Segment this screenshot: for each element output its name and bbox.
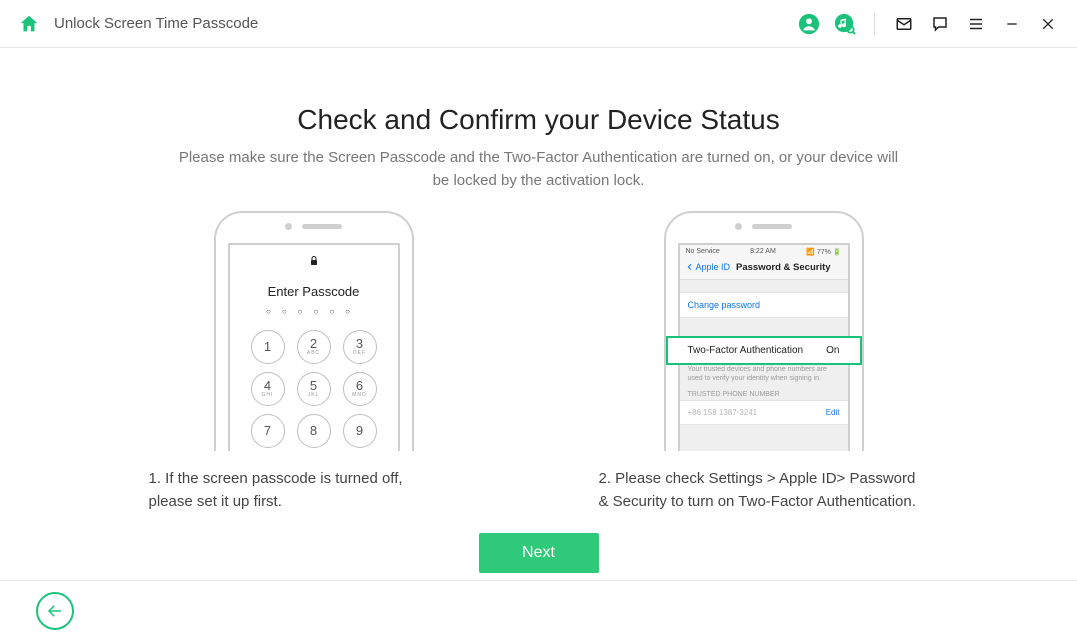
trusted-number-row: +86 158 1387-3241 Edit — [680, 400, 848, 425]
screen-inner: No Service 8:22 AM 📶 77% 🔋 Apple ID Pass… — [680, 245, 848, 451]
key-5: 5JKL — [297, 372, 331, 406]
tfa-row-highlight: Two-Factor Authentication On — [666, 336, 862, 365]
key-sub: ABC — [307, 351, 320, 356]
key-6: 6MNO — [343, 372, 377, 406]
trusted-number: +86 158 1387-3241 — [688, 408, 758, 417]
key-sub: GHI — [262, 393, 274, 398]
key-sub: JKL — [308, 393, 320, 398]
key-digit: 7 — [264, 424, 271, 437]
speaker-slot — [752, 224, 792, 229]
footer — [0, 580, 1077, 640]
phone-screen: No Service 8:22 AM 📶 77% 🔋 Apple ID Pass… — [678, 243, 850, 451]
tfa-label: Two-Factor Authentication — [688, 345, 804, 356]
header-right — [798, 13, 1059, 35]
lock-icon — [230, 255, 398, 270]
main-subtitle: Please make sure the Screen Passcode and… — [179, 146, 899, 193]
minimize-icon[interactable] — [1001, 13, 1023, 35]
speaker-slot — [302, 224, 342, 229]
status-time: 8:22 AM — [750, 248, 776, 255]
header: Unlock Screen Time Passcode — [0, 0, 1077, 48]
account-icon[interactable] — [798, 13, 820, 35]
key-digit: 5 — [310, 379, 317, 392]
key-7: 7 — [251, 414, 285, 448]
header-divider — [874, 13, 875, 35]
music-search-icon[interactable] — [834, 13, 856, 35]
header-left: Unlock Screen Time Passcode — [18, 13, 258, 35]
key-sub: DEF — [353, 351, 366, 356]
change-password-row: Change password — [680, 292, 848, 318]
back-button[interactable] — [36, 592, 74, 630]
key-3: 3DEF — [343, 330, 377, 364]
key-8: 8 — [297, 414, 331, 448]
key-digit: 2 — [310, 337, 317, 350]
columns: Enter Passcode ○○○○○○ 1 2ABC 3DEF 4GHI 5… — [0, 211, 1077, 514]
section-gap — [680, 318, 848, 336]
column-tfa: No Service 8:22 AM 📶 77% 🔋 Apple ID Pass… — [599, 211, 929, 514]
caption-tfa: 2. Please check Settings > Apple ID> Pas… — [599, 467, 929, 514]
key-4: 4GHI — [251, 372, 285, 406]
key-digit: 4 — [264, 379, 271, 392]
key-9: 9 — [343, 414, 377, 448]
tfa-value: On — [826, 345, 839, 356]
nav-bar: Apple ID Password & Security — [680, 258, 848, 280]
keypad: 1 2ABC 3DEF 4GHI 5JKL 6MNO 7 8 9 — [230, 330, 398, 448]
main-title: Check and Confirm your Device Status — [0, 104, 1077, 136]
phone-top — [216, 213, 412, 241]
mail-icon[interactable] — [893, 13, 915, 35]
phone-passcode: Enter Passcode ○○○○○○ 1 2ABC 3DEF 4GHI 5… — [214, 211, 414, 451]
column-passcode: Enter Passcode ○○○○○○ 1 2ABC 3DEF 4GHI 5… — [149, 211, 479, 514]
close-icon[interactable] — [1037, 13, 1059, 35]
trusted-header: TRUSTED PHONE NUMBER — [680, 385, 848, 400]
nav-title: Password & Security — [736, 262, 831, 273]
feedback-icon[interactable] — [929, 13, 951, 35]
key-digit: 3 — [356, 337, 363, 350]
key-sub: MNO — [352, 393, 367, 398]
key-digit: 1 — [264, 340, 271, 353]
home-icon[interactable] — [18, 13, 40, 35]
back-link: Apple ID — [686, 262, 731, 272]
key-digit: 8 — [310, 424, 317, 437]
phone-screen: Enter Passcode ○○○○○○ 1 2ABC 3DEF 4GHI 5… — [228, 243, 400, 451]
key-1: 1 — [251, 330, 285, 364]
caption-passcode: 1. If the screen passcode is turned off,… — [149, 467, 479, 514]
enter-passcode-label: Enter Passcode — [230, 284, 398, 299]
edit-link: Edit — [826, 408, 840, 417]
phone-tfa: No Service 8:22 AM 📶 77% 🔋 Apple ID Pass… — [664, 211, 864, 451]
section-gap — [680, 280, 848, 292]
main: Check and Confirm your Device Status Ple… — [0, 48, 1077, 580]
status-bar: No Service 8:22 AM 📶 77% 🔋 — [680, 245, 848, 258]
page-title: Unlock Screen Time Passcode — [54, 15, 258, 32]
key-digit: 9 — [356, 424, 363, 437]
camera-dot — [285, 223, 292, 230]
key-digit: 6 — [356, 379, 363, 392]
key-2: 2ABC — [297, 330, 331, 364]
menu-icon[interactable] — [965, 13, 987, 35]
status-battery: 📶 77% 🔋 — [806, 248, 841, 256]
camera-dot — [735, 223, 742, 230]
next-button[interactable]: Next — [479, 533, 599, 573]
status-carrier: No Service — [686, 248, 720, 255]
back-label: Apple ID — [696, 262, 731, 272]
phone-top — [666, 213, 862, 241]
battery-pct: 77% — [817, 249, 831, 256]
passcode-dots: ○○○○○○ — [230, 307, 398, 316]
